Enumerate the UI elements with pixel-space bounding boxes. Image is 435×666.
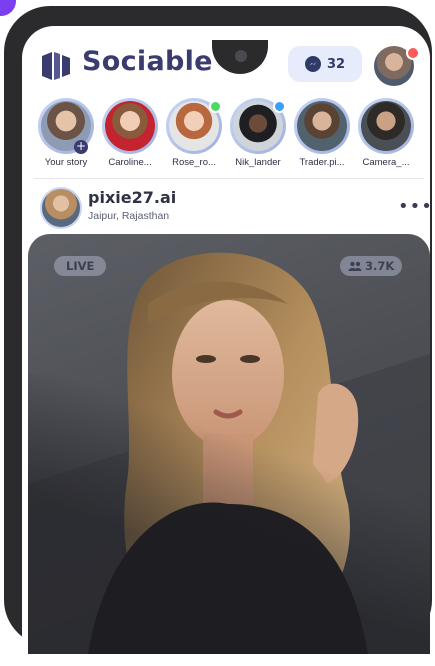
- story-item[interactable]: Nik_lander: [226, 98, 290, 168]
- online-indicator: [273, 100, 286, 113]
- story-avatar: [297, 101, 347, 151]
- story-avatar: [361, 101, 411, 151]
- online-indicator: [209, 100, 222, 113]
- viewers-count: 3.7K: [365, 259, 395, 273]
- notification-dot: [406, 46, 420, 60]
- story-label: Your story: [44, 157, 88, 168]
- phone-notch: [212, 40, 268, 74]
- story-item[interactable]: Trader.pi...: [290, 98, 354, 168]
- story-your-story[interactable]: + Your story: [34, 98, 98, 168]
- story-label: Caroline...: [108, 157, 152, 168]
- story-item[interactable]: Rose_ro...: [162, 98, 226, 168]
- story-avatar: [105, 101, 155, 151]
- media-shade: [28, 374, 430, 654]
- post-author-avatar[interactable]: [40, 187, 82, 229]
- users-icon: [348, 261, 362, 271]
- logo-icon: [42, 52, 70, 80]
- phone-frame: Sociable 32 + Your story Caroline... Ros: [4, 6, 432, 666]
- divider: [34, 178, 424, 179]
- stories-row: + Your story Caroline... Rose_ro... Nik_…: [34, 98, 430, 168]
- messenger-icon: [304, 56, 321, 72]
- app-screen: Sociable 32 + Your story Caroline... Ros: [22, 26, 430, 666]
- messages-button[interactable]: 32: [288, 46, 362, 82]
- story-label: Camera_...: [362, 157, 410, 168]
- story-item[interactable]: Caroline...: [98, 98, 162, 168]
- story-label: Rose_ro...: [172, 157, 216, 168]
- decorative-blob: [0, 0, 16, 16]
- story-label: Nik_lander: [235, 157, 281, 168]
- more-options-icon[interactable]: •••: [398, 196, 430, 217]
- story-item[interactable]: Camera_...: [354, 98, 418, 168]
- viewers-badge: 3.7K: [340, 256, 403, 276]
- post-username[interactable]: pixie27.ai: [88, 188, 176, 207]
- post-location: Jaipur, Rajasthan: [88, 210, 170, 222]
- camera-icon: [235, 50, 247, 62]
- add-story-icon[interactable]: +: [74, 140, 88, 154]
- post-media[interactable]: LIVE 3.7K: [28, 234, 430, 654]
- message-count: 32: [326, 56, 346, 72]
- app-title: Sociable: [82, 46, 213, 77]
- story-label: Trader.pi...: [299, 157, 345, 168]
- live-badge: LIVE: [54, 256, 107, 276]
